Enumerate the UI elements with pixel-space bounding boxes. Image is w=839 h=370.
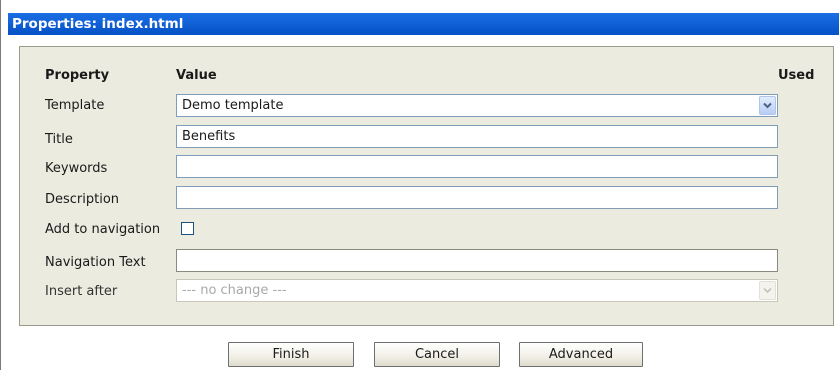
template-dropdown-button[interactable] — [759, 96, 776, 115]
insert-after-select[interactable]: --- no change --- — [176, 279, 778, 302]
insert-after-dropdown-button[interactable] — [759, 281, 776, 300]
keywords-input[interactable] — [176, 155, 778, 178]
navigation-text-input[interactable] — [176, 249, 778, 272]
label-title: Title — [45, 132, 73, 147]
label-add-to-navigation: Add to navigation — [45, 222, 161, 237]
label-description: Description — [45, 192, 120, 207]
advanced-button[interactable]: Advanced — [519, 342, 643, 367]
label-template: Template — [45, 98, 105, 113]
insert-after-select-value: --- no change --- — [182, 283, 287, 298]
dialog-title: Properties: index.html — [8, 13, 839, 35]
title-input[interactable] — [176, 125, 778, 148]
header-used: Used — [778, 68, 815, 83]
chevron-down-icon — [763, 287, 772, 294]
properties-panel: Property Value Used Template Demo templa… — [19, 46, 834, 326]
add-to-navigation-checkbox[interactable] — [181, 222, 194, 235]
header-property: Property — [45, 68, 110, 83]
label-keywords: Keywords — [45, 161, 108, 176]
header-value: Value — [176, 68, 217, 83]
template-select-value: Demo template — [182, 98, 284, 113]
finish-button[interactable]: Finish — [228, 342, 354, 367]
template-select[interactable]: Demo template — [176, 94, 778, 117]
chevron-down-icon — [763, 102, 772, 109]
label-insert-after: Insert after — [45, 284, 118, 299]
properties-dialog: Properties: index.html Property Value Us… — [0, 0, 839, 370]
cancel-button[interactable]: Cancel — [374, 342, 500, 367]
label-navigation-text: Navigation Text — [45, 255, 146, 270]
description-input[interactable] — [176, 186, 778, 209]
